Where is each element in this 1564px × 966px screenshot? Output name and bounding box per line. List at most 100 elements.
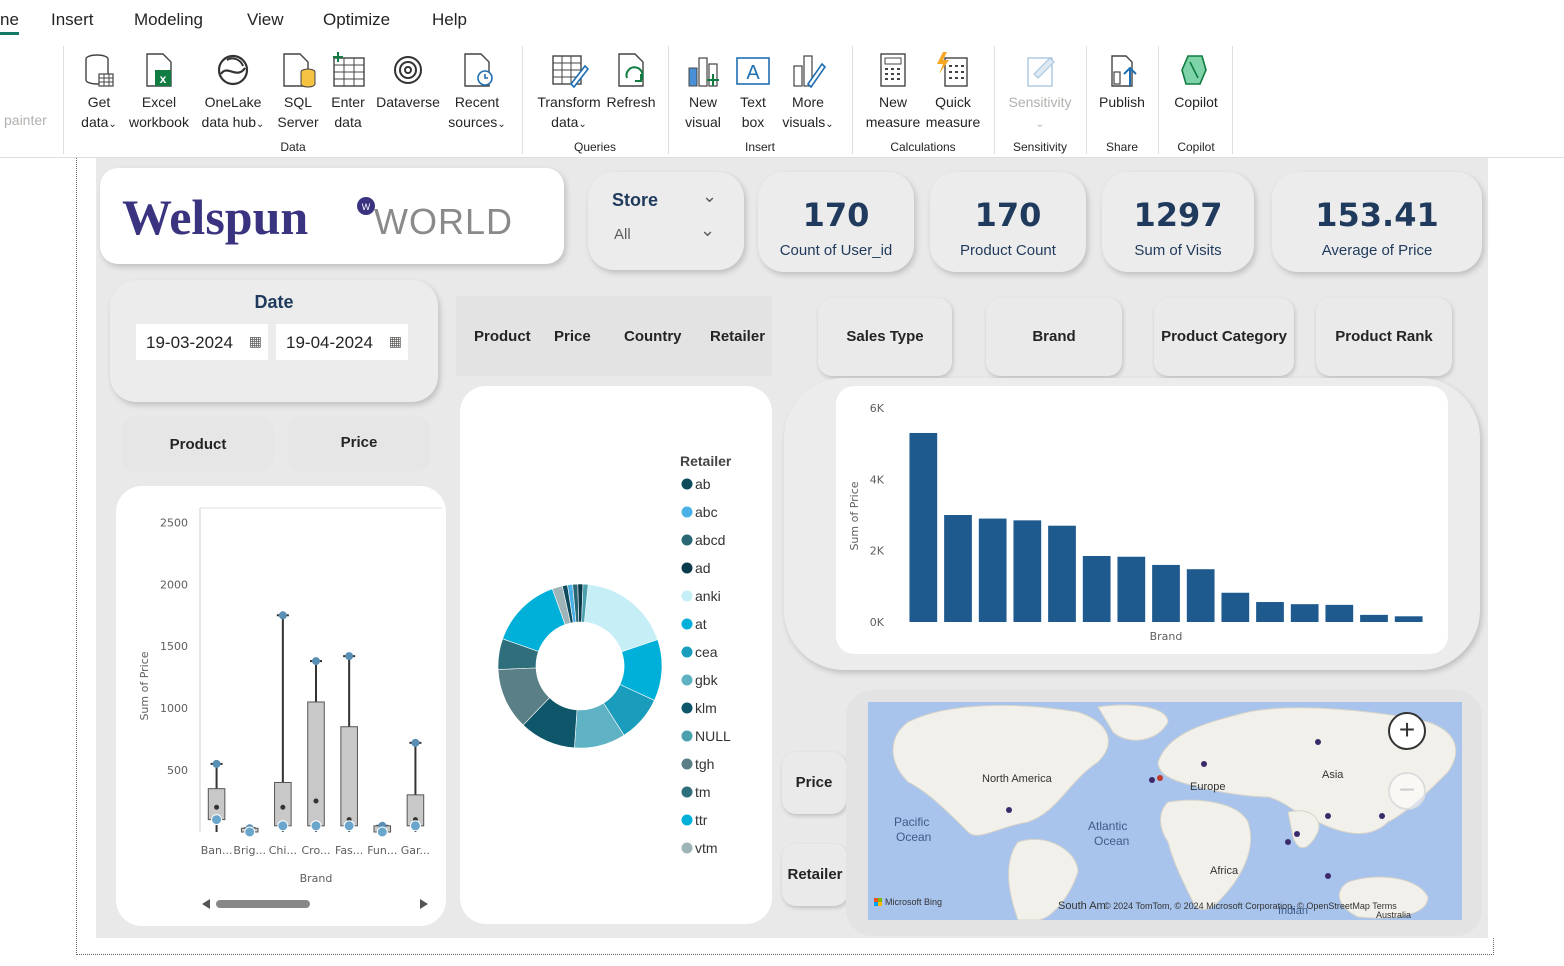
text-box-button[interactable]: A Text box (730, 50, 776, 132)
x-tick-label: Ban... (201, 844, 233, 857)
map-view[interactable]: North America Europe Asia Pacific Ocean … (868, 702, 1462, 920)
onelake-data-hub-button[interactable]: OneLake data hub⌄ (196, 50, 270, 135)
refresh-button[interactable]: Refresh (604, 50, 658, 112)
left-product-button[interactable]: Product (122, 416, 274, 472)
svg-text:A: A (746, 62, 760, 84)
price-field-button[interactable]: Price (554, 328, 591, 345)
store-slicer[interactable]: Store ⌄ All ⌄ (588, 172, 744, 270)
svg-text:WORLD: WORLD (374, 201, 513, 242)
bar (1117, 556, 1146, 622)
y-tick-label: 2K (870, 545, 885, 558)
enter-data-button[interactable]: Enter data (326, 50, 370, 132)
legend-dot (681, 562, 693, 574)
chevron-down-icon: ⌄ (825, 119, 834, 130)
brand-button[interactable]: Brand (986, 298, 1122, 376)
product-field-button[interactable]: Product (474, 328, 531, 345)
ribbon-divider (852, 46, 853, 154)
max-point (212, 759, 221, 768)
chevron-down-icon[interactable]: ⌄ (702, 186, 717, 207)
end-date-input[interactable]: 19-04-2024 ▦ (276, 324, 408, 360)
store-slicer-value[interactable]: All (614, 226, 631, 243)
start-date-input[interactable]: 19-03-2024 ▦ (136, 324, 268, 360)
kpi-value: 170 (974, 196, 1042, 234)
x-tick-label: Gar... (401, 844, 430, 857)
svg-text:North America: North America (982, 773, 1053, 785)
excel-label-2: workbook (129, 114, 189, 130)
chevron-down-icon: ⌄ (108, 119, 117, 130)
y-tick-label: 2000 (160, 578, 188, 591)
legend-item: abc (695, 504, 718, 520)
dataverse-button[interactable]: Dataverse (372, 50, 444, 112)
legend-item: vtm (695, 840, 718, 856)
legend-item: anki (695, 588, 721, 604)
y-tick-label: 4K (870, 473, 885, 486)
insert-group-label: Insert (744, 140, 775, 154)
retailer-field-button[interactable]: Retailer (710, 328, 765, 345)
median-point (214, 804, 220, 810)
product-category-button[interactable]: Product Category (1154, 298, 1294, 376)
transform-label-2: data (551, 114, 579, 130)
map-retailer-button[interactable]: Retailer (782, 844, 848, 906)
legend-dot (681, 842, 693, 854)
sql-server-button[interactable]: SQL Server (276, 50, 320, 132)
bar (1325, 604, 1354, 622)
legend-dot (681, 702, 693, 714)
recent-sources-button[interactable]: Recent sources⌄ (444, 50, 510, 135)
brand-label: Brand (1032, 328, 1076, 345)
calendar-icon[interactable]: ▦ (389, 333, 402, 350)
text-box-label-1: Text (740, 94, 766, 110)
new-visual-button[interactable]: New visual (680, 50, 726, 132)
bar (1082, 556, 1111, 622)
quick-measure-button[interactable]: Quick measure (922, 50, 984, 132)
svg-text:Asia: Asia (1322, 769, 1344, 781)
legend-item: abcd (695, 532, 725, 548)
tab-help[interactable]: Help (432, 10, 467, 30)
new-visual-icon (688, 57, 719, 87)
tab-modeling[interactable]: Modeling (134, 10, 203, 30)
max-point (312, 657, 320, 666)
sql-server-icon (283, 53, 316, 88)
date-slicer[interactable]: Date 19-03-2024 ▦ 19-04-2024 ▦ (110, 280, 438, 402)
map-attribution: © 2024 TomTom, © 2024 Microsoft Corporat… (1104, 901, 1397, 911)
tab-optimize[interactable]: Optimize (323, 10, 390, 30)
publish-button[interactable]: Publish (1094, 50, 1150, 112)
get-data-button[interactable]: Get data⌄ (74, 50, 124, 135)
copilot-button[interactable]: Copilot (1166, 50, 1226, 112)
product-rank-button[interactable]: Product Rank (1316, 298, 1452, 376)
sensitivity-button[interactable]: Sensitivity ⌄ (1004, 50, 1076, 135)
legend-item: ttr (695, 812, 708, 828)
calendar-icon[interactable]: ▦ (249, 333, 262, 350)
left-price-button[interactable]: Price (288, 416, 430, 472)
transform-data-button[interactable]: Transform data⌄ (534, 50, 604, 135)
kpi-card-visits: 1297 Sum of Visits (1102, 172, 1254, 272)
zoom-in-button[interactable]: + (1388, 712, 1426, 750)
legend-item: ad (695, 560, 711, 576)
zoom-out-button[interactable]: − (1388, 772, 1426, 810)
sales-type-button[interactable]: Sales Type (818, 298, 952, 376)
excel-workbook-button[interactable]: x Excel workbook (126, 50, 192, 132)
legend-dot (681, 534, 693, 546)
country-field-button[interactable]: Country (624, 328, 682, 345)
chevron-down-icon[interactable]: ⌄ (700, 220, 715, 241)
more-visuals-button[interactable]: More visuals⌄ (778, 50, 838, 135)
new-measure-button[interactable]: New measure (862, 50, 924, 132)
quick-measure-label-1: Quick (935, 94, 971, 110)
scroll-right-icon (420, 899, 428, 909)
tab-home[interactable]: ne (0, 10, 19, 35)
quick-measure-label-2: measure (925, 114, 981, 130)
report-page: Welspun W WORLD Store ⌄ All ⌄ 170 Count … (92, 158, 1494, 938)
format-painter-button[interactable]: painter (4, 112, 47, 128)
store-slicer-title: Store (612, 190, 659, 210)
dataverse-icon (394, 56, 422, 84)
tab-view[interactable]: View (247, 10, 284, 30)
queries-group-label: Queries (573, 140, 617, 154)
more-visuals-icon (793, 55, 827, 89)
q1-point (343, 820, 355, 832)
tab-insert[interactable]: Insert (51, 10, 94, 30)
map-price-button[interactable]: Price (782, 752, 846, 814)
q1-point (211, 814, 223, 826)
svg-text:Australia: Australia (1376, 910, 1411, 920)
transform-icon (552, 55, 589, 89)
svg-text:x: x (160, 72, 167, 86)
legend-dot (681, 758, 693, 770)
